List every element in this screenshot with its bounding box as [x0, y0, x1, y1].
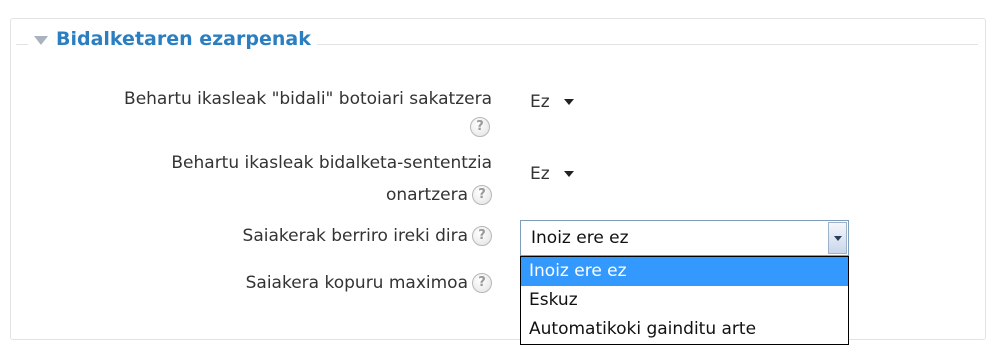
- submit-button-select[interactable]: Ez: [518, 87, 606, 117]
- field-label-submit-button: Behartu ikasleak "bidali" botoiari sakat…: [20, 86, 492, 140]
- dropdown-button[interactable]: [828, 222, 847, 254]
- help-icon[interactable]: ?: [470, 117, 490, 137]
- chevron-down-icon: [563, 171, 574, 177]
- help-icon[interactable]: ?: [472, 273, 492, 293]
- dropdown-option[interactable]: Eskuz: [521, 286, 848, 315]
- field-label-text: Saiakerak berriro ireki dira: [242, 226, 468, 246]
- dropdown-option[interactable]: Automatikoki gainditu arte: [521, 315, 848, 344]
- dropdown-option[interactable]: Inoiz ere ez: [521, 257, 848, 286]
- select-value: Ez: [530, 164, 550, 184]
- attempts-reopened-options: Inoiz ere ez Eskuz Automatikoki gainditu…: [520, 256, 849, 345]
- submission-statement-select[interactable]: Ez: [518, 159, 606, 189]
- chevron-down-icon: [563, 99, 574, 105]
- field-label-submission-statement: Behartu ikasleak bidalketa-sententzia on…: [20, 150, 492, 208]
- field-label-text: Saiakera kopuru maximoa: [245, 273, 468, 293]
- chevron-down-icon: [833, 235, 842, 241]
- help-icon[interactable]: ?: [472, 185, 492, 205]
- field-label-max-attempts: Saiakera kopuru maximoa?: [20, 270, 492, 296]
- field-label-text: Behartu ikasleak "bidali" botoiari sakat…: [124, 89, 492, 109]
- field-label-text: Behartu ikasleak bidalketa-sententzia: [171, 153, 492, 173]
- field-label-attempts-reopened: Saiakerak berriro ireki dira?: [20, 223, 492, 249]
- select-value: Ez: [530, 92, 550, 112]
- help-icon[interactable]: ?: [472, 226, 492, 246]
- triangle-down-icon: [34, 35, 48, 45]
- section-title: Bidalketaren ezarpenak: [56, 28, 311, 50]
- section-legend[interactable]: Bidalketaren ezarpenak: [28, 28, 317, 50]
- attempts-reopened-select[interactable]: Inoiz ere ez: [520, 220, 849, 256]
- field-label-text-continued: onartzera: [385, 185, 468, 205]
- select-value: Inoiz ere ez: [531, 228, 629, 248]
